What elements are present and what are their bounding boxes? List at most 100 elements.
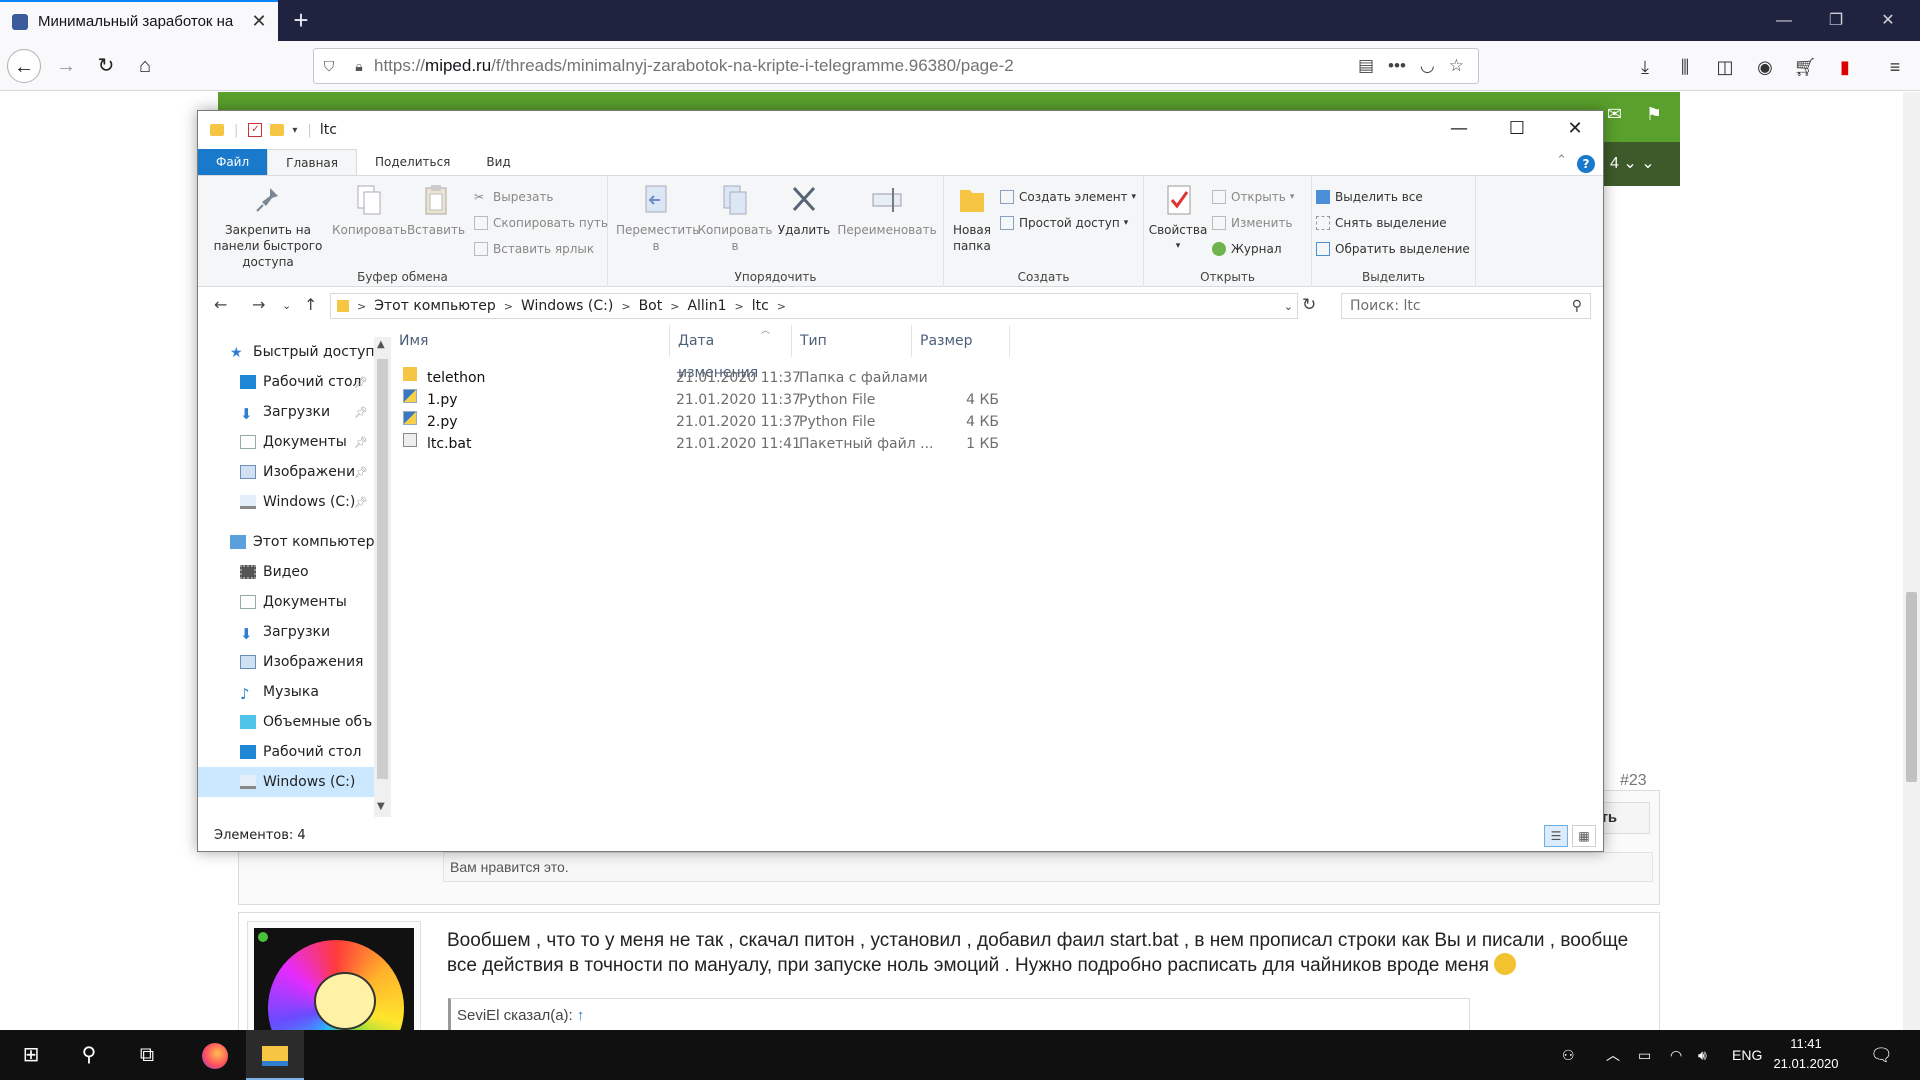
language-indicator[interactable]: ENG bbox=[1732, 1030, 1762, 1080]
tab-share[interactable]: Поделиться bbox=[357, 149, 468, 175]
easy-access-button[interactable]: Простой доступ ▾ bbox=[1000, 216, 1128, 230]
paste-button[interactable]: Вставить bbox=[406, 182, 466, 238]
notifications-icon[interactable]: 🗨︎ bbox=[1870, 1030, 1893, 1080]
history-button[interactable]: Журнал bbox=[1212, 242, 1282, 256]
scroll-up-icon[interactable]: ▲ bbox=[377, 339, 385, 350]
file-row[interactable]: ltc.bat 21.01.2020 11:41 Пакетный файл .… bbox=[391, 433, 1131, 455]
nav-documents[interactable]: Документы bbox=[198, 587, 374, 617]
maximize-button[interactable]: ☐ bbox=[1488, 111, 1546, 147]
edit-button[interactable]: Изменить bbox=[1212, 216, 1293, 230]
refresh-icon[interactable]: ↻ bbox=[1302, 295, 1316, 315]
tab-home[interactable]: Главная bbox=[267, 149, 357, 175]
help-icon[interactable]: ? bbox=[1577, 155, 1595, 173]
nav-back-icon[interactable]: ← bbox=[214, 295, 227, 314]
post-number[interactable]: #23 bbox=[1620, 772, 1647, 790]
flag-extension-icon[interactable]: ▮ bbox=[1832, 54, 1858, 80]
tracking-shield-icon[interactable]: ⛉ bbox=[314, 58, 344, 75]
nav-pictures[interactable]: Изображения bbox=[198, 647, 374, 677]
column-name[interactable]: Имя bbox=[391, 325, 669, 357]
nav-quick-access[interactable]: ★ Быстрый доступ bbox=[198, 337, 374, 367]
account-icon[interactable]: ◉ bbox=[1752, 54, 1778, 80]
column-size[interactable]: Размер bbox=[912, 325, 1010, 357]
nav-downloads[interactable]: ⬇ Загрузки bbox=[198, 617, 374, 647]
nav-this-pc[interactable]: Этот компьютер bbox=[198, 527, 374, 557]
copy-to-button[interactable]: Копировать в bbox=[696, 182, 774, 254]
task-view-icon[interactable]: ⧉ bbox=[118, 1030, 176, 1080]
tab-view[interactable]: Вид bbox=[468, 149, 528, 175]
large-icons-view-icon[interactable]: ▦ bbox=[1572, 825, 1596, 847]
avatar[interactable] bbox=[254, 928, 414, 1032]
nav-scrollbar[interactable]: ▲ ▼ bbox=[374, 337, 391, 817]
library-icon[interactable]: ⫼ bbox=[1672, 54, 1698, 80]
collapse-ribbon-icon[interactable]: ⌃ bbox=[1556, 153, 1567, 168]
reader-view-icon[interactable]: ▤ bbox=[1358, 56, 1374, 76]
nav-videos[interactable]: Видео bbox=[198, 557, 374, 587]
start-windows-icon[interactable]: ⊞ bbox=[2, 1030, 60, 1080]
move-to-button[interactable]: Переместить в bbox=[616, 182, 699, 254]
properties-quick-icon[interactable]: ✓ bbox=[248, 123, 263, 137]
invert-selection-button[interactable]: Обратить выделение bbox=[1316, 242, 1470, 256]
select-none-button[interactable]: Снять выделение bbox=[1316, 216, 1447, 230]
pocket-icon[interactable]: ◡ bbox=[1420, 56, 1435, 76]
scroll-down-icon[interactable]: ▼ bbox=[377, 801, 385, 812]
breadcrumb-ltc[interactable]: ltc bbox=[752, 298, 769, 314]
forward-button[interactable]: → bbox=[49, 49, 83, 83]
nav-quick-pictures[interactable]: Изображени 📌︎ bbox=[198, 457, 374, 487]
clock[interactable]: 11:41 21.01.2020 bbox=[1766, 1034, 1846, 1074]
close-browser-button[interactable]: ✕ bbox=[1858, 0, 1918, 41]
reload-button[interactable]: ↻ bbox=[89, 49, 123, 83]
new-tab-button[interactable]: + bbox=[286, 6, 316, 36]
address-bar[interactable]: > Этот компьютер > Windows (C:) > Bot > All… bbox=[330, 293, 1298, 319]
url-text[interactable]: https://miped.ru/f/threads/minimalnyj-za… bbox=[374, 56, 1358, 76]
paste-shortcut-button[interactable]: Вставить ярлык bbox=[474, 242, 594, 256]
show-hidden-icons-icon[interactable]: ︿ bbox=[1606, 1030, 1620, 1080]
nav-forward-icon[interactable]: → bbox=[252, 295, 265, 314]
breadcrumb-drive-c[interactable]: Windows (C:) bbox=[521, 298, 613, 314]
open-button[interactable]: Открыть ▾ bbox=[1212, 190, 1294, 204]
nav-scroll-thumb[interactable] bbox=[377, 359, 388, 779]
address-dropdown-icon[interactable]: ⌄ bbox=[1284, 300, 1293, 313]
volume-icon[interactable]: 🔊︎ bbox=[1698, 1030, 1707, 1080]
menu-icon[interactable]: ≡ bbox=[1882, 54, 1908, 80]
bookmark-star-icon[interactable]: ☆ bbox=[1449, 56, 1464, 76]
home-button[interactable]: ⌂ bbox=[128, 49, 162, 83]
delete-button[interactable]: Удалить bbox=[776, 182, 832, 238]
quote-link-arrow[interactable]: ↑ bbox=[577, 1007, 585, 1024]
file-row[interactable]: telethon 21.01.2020 11:37 Папка с файлам… bbox=[391, 367, 1131, 389]
explorer-taskbar-icon[interactable] bbox=[246, 1030, 304, 1080]
copy-path-button[interactable]: Скопировать путь bbox=[474, 216, 608, 230]
url-bar[interactable]: ⛉ 🔒︎ https://miped.ru/f/threads/minimaln… bbox=[313, 48, 1479, 84]
nav-music[interactable]: ♪ Музыка bbox=[198, 677, 374, 707]
column-date[interactable]: Дата изменения bbox=[669, 325, 792, 381]
firefox-taskbar-icon[interactable] bbox=[186, 1030, 244, 1080]
properties-button[interactable]: Свойства ▾ bbox=[1146, 182, 1210, 254]
recent-locations-icon[interactable]: ⌄ bbox=[282, 299, 291, 312]
page-scrollbar[interactable] bbox=[1903, 92, 1920, 1030]
minimize-button[interactable]: — bbox=[1430, 111, 1488, 147]
restore-browser-button[interactable]: ❐ bbox=[1806, 0, 1866, 41]
copy-button[interactable]: Копировать bbox=[332, 182, 407, 238]
minimize-browser-button[interactable]: — bbox=[1754, 0, 1814, 41]
back-button[interactable]: ← bbox=[7, 49, 41, 83]
pin-quick-access-button[interactable]: Закрепить на панели быстрого доступа bbox=[204, 182, 332, 270]
rename-button[interactable]: Переименовать bbox=[834, 182, 940, 238]
search-input[interactable]: Поиск: ltc ⚲ bbox=[1341, 293, 1591, 319]
breadcrumb-bot[interactable]: Bot bbox=[639, 298, 663, 314]
lock-icon[interactable]: 🔒︎ bbox=[344, 58, 374, 75]
nav-quick-downloads[interactable]: ⬇ Загрузки 📌︎ bbox=[198, 397, 374, 427]
battery-icon[interactable]: ▭ bbox=[1638, 1030, 1651, 1080]
people-icon[interactable]: ⚇ bbox=[1562, 1030, 1575, 1080]
cut-button[interactable]: ✂ Вырезать bbox=[474, 190, 554, 204]
file-row[interactable]: 1.py 21.01.2020 11:37 Python File 4 КБ bbox=[391, 389, 1131, 411]
nav-quick-documents[interactable]: Документы 📌︎ bbox=[198, 427, 374, 457]
nav-desktop[interactable]: Рабочий стол bbox=[198, 737, 374, 767]
downloads-icon[interactable]: ⤓ bbox=[1632, 54, 1658, 80]
mail-icon[interactable]: ✉ bbox=[1607, 104, 1622, 125]
nav-quick-desktop[interactable]: Рабочий стол 📌︎ bbox=[198, 367, 374, 397]
file-row[interactable]: 2.py 21.01.2020 11:37 Python File 4 КБ bbox=[391, 411, 1131, 433]
nav-quick-drive-c[interactable]: Windows (C:) 📌︎ bbox=[198, 487, 374, 517]
sidebar-icon[interactable]: ◫ bbox=[1712, 54, 1738, 80]
close-tab-icon[interactable]: ✕ bbox=[248, 11, 270, 32]
breadcrumb-allin1[interactable]: Allin1 bbox=[687, 298, 726, 314]
page-actions-icon[interactable]: ••• bbox=[1388, 56, 1406, 76]
